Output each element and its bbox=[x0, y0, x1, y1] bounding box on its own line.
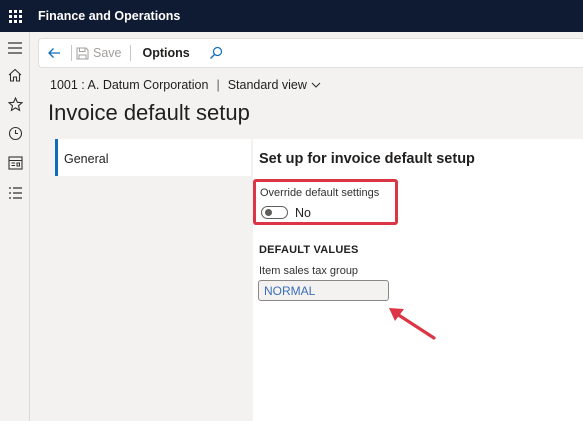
search-icon bbox=[209, 46, 222, 59]
save-button[interactable]: Save bbox=[76, 46, 128, 60]
view-selector[interactable]: Standard view bbox=[228, 78, 321, 92]
breadcrumb: 1001 : A. Datum Corporation | Standard v… bbox=[50, 78, 321, 92]
app-title[interactable]: Finance and Operations bbox=[38, 9, 180, 23]
default-values-heading: DEFAULT VALUES bbox=[259, 244, 359, 256]
form-content: Set up for invoice default setup Overrid… bbox=[253, 139, 583, 421]
divider bbox=[129, 45, 131, 61]
options-tab[interactable]: Options bbox=[135, 46, 198, 60]
waffle-icon[interactable] bbox=[0, 0, 30, 32]
workspace-icon[interactable] bbox=[5, 153, 25, 173]
override-label: Override default settings bbox=[260, 187, 380, 199]
company-label[interactable]: 1001 : A. Datum Corporation bbox=[50, 78, 208, 92]
item-sales-tax-group-label: Item sales tax group bbox=[259, 265, 359, 277]
home-icon[interactable] bbox=[5, 65, 25, 85]
save-label: Save bbox=[93, 46, 122, 60]
action-pane: Save Options bbox=[38, 38, 583, 68]
override-value: No bbox=[295, 206, 311, 220]
back-arrow-icon bbox=[48, 48, 60, 58]
search-button[interactable] bbox=[202, 39, 230, 67]
star-icon[interactable] bbox=[5, 94, 25, 114]
page-title: Invoice default setup bbox=[48, 100, 250, 125]
view-label: Standard view bbox=[227, 78, 307, 92]
tab-list: General bbox=[49, 139, 251, 421]
list-icon[interactable] bbox=[5, 183, 25, 203]
save-icon bbox=[76, 47, 89, 59]
chevron-down-icon bbox=[311, 82, 321, 88]
toggle-knob bbox=[265, 209, 272, 216]
back-button[interactable] bbox=[39, 39, 69, 67]
hamburger-icon[interactable] bbox=[5, 38, 25, 58]
left-nav bbox=[0, 32, 30, 421]
divider bbox=[71, 45, 72, 61]
section-title: Set up for invoice default setup bbox=[259, 151, 475, 167]
highlight-box: Override default settings No bbox=[253, 179, 398, 225]
breadcrumb-separator: | bbox=[216, 78, 220, 92]
annotation-arrow-icon bbox=[389, 308, 436, 340]
top-bar: Finance and Operations bbox=[0, 0, 583, 32]
item-sales-tax-group-field[interactable] bbox=[258, 280, 389, 301]
override-toggle[interactable] bbox=[261, 206, 288, 219]
tab-general[interactable]: General bbox=[55, 139, 251, 176]
clock-icon[interactable] bbox=[5, 123, 25, 143]
